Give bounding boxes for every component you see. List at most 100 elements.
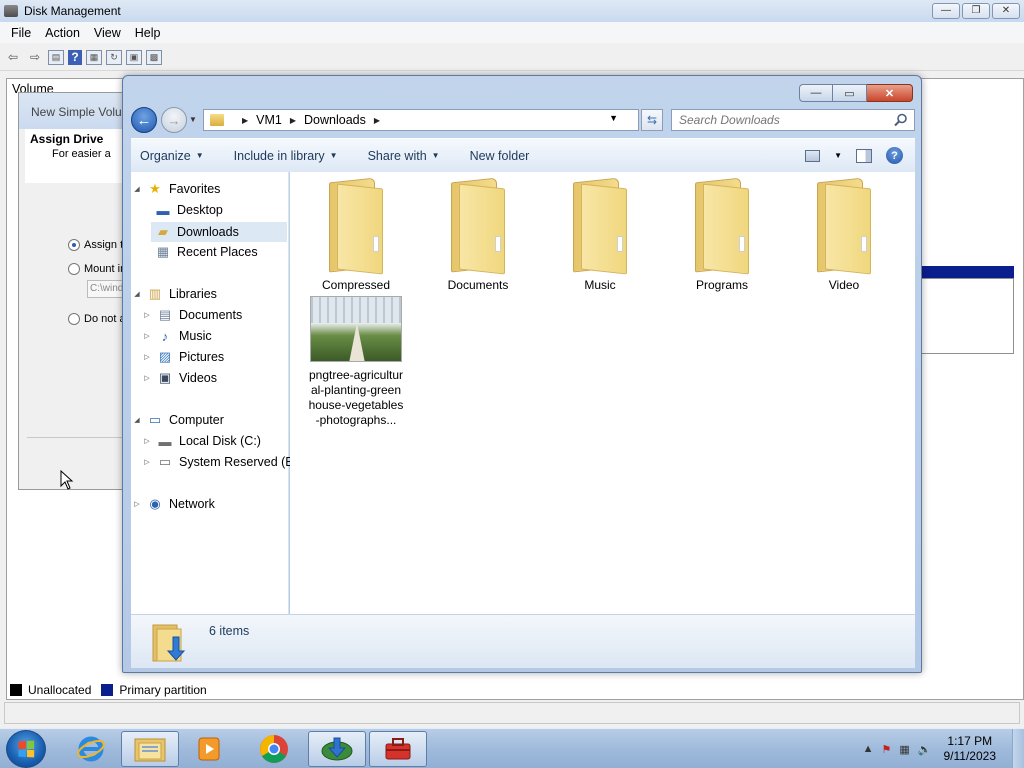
breadcrumb-root-arrow[interactable]: ▶ xyxy=(242,116,248,125)
nav-recent-places[interactable]: ▦ Recent Places xyxy=(155,244,258,259)
nav-downloads[interactable]: ▰ Downloads xyxy=(151,222,287,242)
expand-arrow-icon[interactable]: ▷ xyxy=(143,374,151,382)
folder-programs[interactable]: Programs xyxy=(662,176,782,293)
search-icon[interactable] xyxy=(894,113,908,127)
breadcrumb-vm1[interactable]: VM1 xyxy=(256,113,282,127)
breadcrumb-child-arrow[interactable]: ▶ xyxy=(374,116,380,125)
refresh-button[interactable]: ⇆ xyxy=(641,109,663,131)
action-center-flag-icon[interactable]: ⚑ xyxy=(882,743,892,756)
menu-help[interactable]: Help xyxy=(128,26,168,40)
properties-icon[interactable]: ▦ xyxy=(86,49,102,65)
volume-muted-icon[interactable]: 🔈 xyxy=(918,743,932,756)
menu-action[interactable]: Action xyxy=(38,26,87,40)
back-button[interactable]: ← xyxy=(131,107,157,133)
breadcrumb-downloads[interactable]: Downloads xyxy=(304,113,366,127)
recent-pages-dropdown-icon[interactable]: ▼ xyxy=(189,115,197,124)
nav-documents[interactable]: ▷ ▤ Documents xyxy=(143,307,242,322)
help-icon[interactable]: ? xyxy=(68,49,82,65)
menu-file[interactable]: File xyxy=(4,26,38,40)
folder-documents[interactable]: Documents xyxy=(418,176,538,293)
address-bar[interactable]: ▶ VM1 ▶ Downloads ▶ ▼ xyxy=(203,109,639,131)
start-button[interactable] xyxy=(6,730,46,768)
collapse-arrow-icon[interactable]: ◢ xyxy=(133,185,141,193)
view-options-dropdown-icon[interactable]: ▼ xyxy=(834,151,842,160)
dm-close-button[interactable]: ✕ xyxy=(992,3,1020,19)
close-button[interactable]: ✕ xyxy=(867,84,913,102)
taskbar-toolbox[interactable] xyxy=(369,731,427,767)
option-do-not-assign[interactable]: Do not a xyxy=(68,313,126,325)
option-mount-folder[interactable]: Mount in xyxy=(68,263,126,275)
expand-arrow-icon[interactable]: ▷ xyxy=(143,437,151,445)
forward-button[interactable]: → xyxy=(161,107,187,133)
nav-local-disk-c[interactable]: ▷ ▬ Local Disk (C:) xyxy=(143,434,261,449)
settings-icon[interactable]: ▩ xyxy=(146,49,162,65)
expand-arrow-icon[interactable]: ▷ xyxy=(143,332,151,340)
recent-places-icon: ▦ xyxy=(156,244,170,259)
folder-music[interactable]: Music xyxy=(540,176,660,293)
radio-do-not-assign[interactable] xyxy=(68,313,80,325)
breadcrumb-separator[interactable]: ▶ xyxy=(290,116,296,125)
new-folder-button[interactable]: New folder xyxy=(470,149,530,163)
folder-video[interactable]: Video xyxy=(784,176,904,293)
wizard-heading: Assign Drive xyxy=(30,132,104,146)
radio-mount[interactable] xyxy=(68,263,80,275)
computer-label: Computer xyxy=(169,413,224,427)
videos-icon: ▣ xyxy=(158,370,172,385)
nav-videos[interactable]: ▷ ▣ Videos xyxy=(143,370,217,385)
help-icon[interactable]: ? xyxy=(886,147,903,164)
search-box[interactable] xyxy=(671,109,915,131)
recent-places-label: Recent Places xyxy=(177,245,258,259)
expand-arrow-icon[interactable]: ▷ xyxy=(143,311,151,319)
partition-block[interactable] xyxy=(918,278,1014,354)
show-desktop-button[interactable] xyxy=(1012,729,1024,768)
nav-music[interactable]: ▷ ♪ Music xyxy=(143,329,211,344)
nav-favorites[interactable]: ◢ ★ Favorites xyxy=(133,181,220,196)
dm-minimize-button[interactable]: — xyxy=(932,3,960,19)
taskbar-chrome[interactable] xyxy=(245,731,303,767)
search-input[interactable] xyxy=(679,113,879,127)
menu-view[interactable]: View xyxy=(87,26,128,40)
nav-libraries[interactable]: ◢ ▥ Libraries xyxy=(133,286,217,301)
mount-path-field[interactable]: C:\wind xyxy=(87,280,127,298)
expand-arrow-icon[interactable]: ▷ xyxy=(133,500,141,508)
maximize-button[interactable]: ▭ xyxy=(833,84,867,102)
show-hidden-icons-icon[interactable]: ▲ xyxy=(863,743,874,755)
taskbar-internet-explorer[interactable] xyxy=(62,731,120,767)
windows-logo-icon xyxy=(18,740,35,758)
include-in-library-button[interactable]: Include in library ▼ xyxy=(234,149,338,163)
folder-compressed[interactable]: Compressed xyxy=(296,176,416,293)
option-assign-drive-letter[interactable]: Assign t xyxy=(68,239,123,251)
dm-restore-button[interactable]: ❐ xyxy=(962,3,990,19)
primary-partition-bar[interactable] xyxy=(918,266,1014,278)
nav-desktop[interactable]: ▬ Desktop xyxy=(155,202,223,218)
file-greenhouse-image[interactable]: pngtree-agricultural-planting-greenhouse… xyxy=(296,296,416,428)
nav-pictures[interactable]: ▷ ▨ Pictures xyxy=(143,349,224,364)
address-dropdown-icon[interactable]: ▼ xyxy=(609,113,618,123)
nav-system-reserved-e[interactable]: ▷ ▭ System Reserved (E:) xyxy=(143,454,301,469)
share-with-button[interactable]: Share with ▼ xyxy=(368,149,440,163)
clock[interactable]: 1:17 PM 9/11/2023 xyxy=(944,734,997,764)
minimize-button[interactable]: — xyxy=(799,84,833,102)
rescan-disks-icon[interactable]: ▣ xyxy=(126,49,142,65)
disk-management-icon xyxy=(4,5,18,17)
folder-icon xyxy=(323,176,389,275)
preview-pane-icon[interactable] xyxy=(856,148,872,163)
desktop-icon: ▬ xyxy=(156,202,170,218)
organize-button[interactable]: Organize ▼ xyxy=(140,149,204,163)
taskbar-media-player[interactable] xyxy=(180,731,238,767)
change-view-icon[interactable] xyxy=(805,149,821,162)
expand-arrow-icon[interactable]: ▷ xyxy=(143,458,151,466)
expand-arrow-icon[interactable]: ▷ xyxy=(143,353,151,361)
nav-network[interactable]: ▷ ◉ Network xyxy=(133,496,215,511)
refresh-icon[interactable]: ↻ xyxy=(106,49,122,65)
collapse-arrow-icon[interactable]: ◢ xyxy=(133,290,141,298)
taskbar-windows-explorer[interactable] xyxy=(121,731,179,767)
console-tree-icon[interactable]: ▤ xyxy=(48,49,64,65)
forward-arrow-icon[interactable]: ⇨ xyxy=(26,49,44,66)
nav-computer[interactable]: ◢ ▭ Computer xyxy=(133,412,224,427)
collapse-arrow-icon[interactable]: ◢ xyxy=(133,416,141,424)
taskbar-download-manager[interactable] xyxy=(308,731,366,767)
radio-assign[interactable] xyxy=(68,239,80,251)
network-status-icon[interactable]: ▦ xyxy=(899,743,909,756)
back-arrow-icon[interactable]: ⇦ xyxy=(4,49,22,66)
